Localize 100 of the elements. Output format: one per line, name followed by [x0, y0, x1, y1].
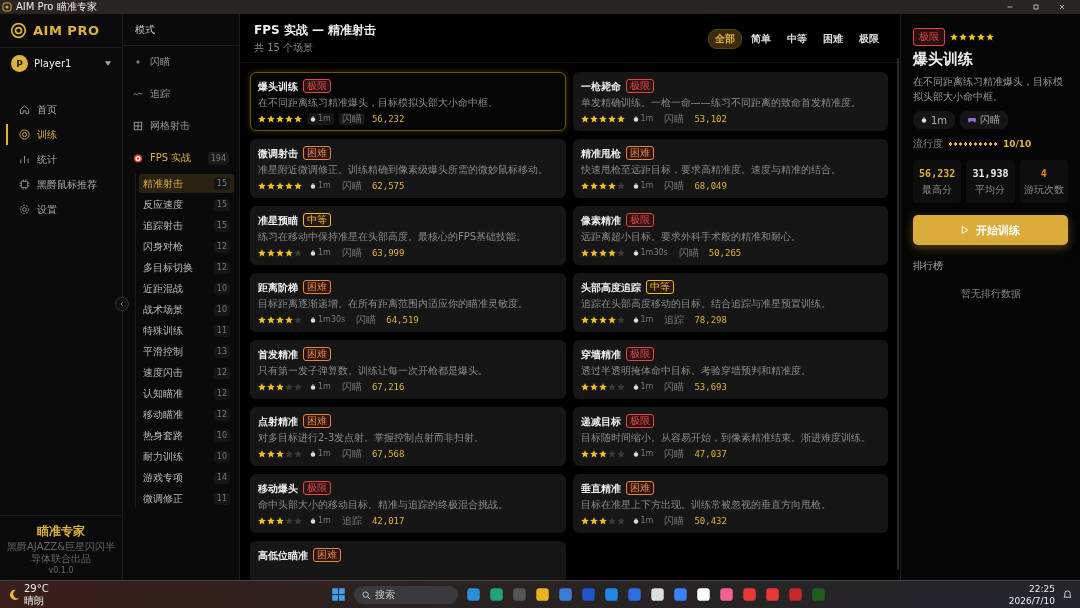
- nav-item[interactable]: 首页: [6, 99, 122, 120]
- filter-tab[interactable]: 中等: [780, 28, 814, 49]
- category-item[interactable]: 多目标切换 12: [139, 258, 234, 277]
- mode-label: 闪瞄: [340, 448, 363, 460]
- scenario-card[interactable]: 爆头训练 极限 在不同距离练习精准爆头，目标模拟头部大小命中框。 1m 闪瞄 56,232: [250, 72, 566, 131]
- close-icon[interactable]: [1058, 3, 1066, 11]
- filter-tab[interactable]: 极限: [852, 28, 886, 49]
- home-icon: [19, 104, 30, 115]
- start-icon[interactable]: [331, 587, 347, 602]
- nav-item[interactable]: 设置: [6, 199, 122, 220]
- scenario-card[interactable]: 高低位瞄准 困难: [250, 541, 566, 580]
- count-badge: 12: [213, 240, 230, 253]
- scenario-title: 像素精准: [580, 213, 621, 227]
- category-item[interactable]: 移动瞄准 12: [139, 405, 234, 424]
- minimize-icon[interactable]: [1006, 3, 1014, 11]
- category-item[interactable]: 耐力训练 10: [139, 447, 234, 466]
- scenario-card[interactable]: 头部高度追踪 中等 追踪在头部高度移动的目标。结合追踪与准星预置训练。 1m 追踪 78,298: [572, 273, 888, 332]
- count-badge: 12: [213, 408, 230, 421]
- app-icon[interactable]: [535, 587, 551, 602]
- scenario-description: 准星附近微调修正。训练精确到像素级爆头所需的微妙鼠标移动。: [258, 164, 549, 176]
- scenario-card[interactable]: 垂直精准 困难 目标在准星上下方出现。训练常被忽视的垂直方向甩枪。 1m 闪瞄 50,432: [572, 474, 888, 533]
- mode-item[interactable]: 网格射击: [123, 110, 239, 142]
- category-item[interactable]: 闪身对枪 12: [139, 237, 234, 256]
- scenario-card[interactable]: 递减目标 极限 目标随时间缩小。从容易开始，到像素精准结束。渐进难度训练。 1m 闪瞄 47,037: [572, 407, 888, 466]
- high-score: 67,216: [371, 381, 405, 393]
- mode-item[interactable]: 追踪: [123, 78, 239, 110]
- footer-title: 瞄准专家: [37, 523, 85, 540]
- scenario-card[interactable]: 准星预瞄 中等 练习在移动中保持准星在头部高度。最核心的FPS基础技能。 1m 闪瞄 63,999: [250, 206, 566, 265]
- nav-item[interactable]: 统计: [6, 149, 122, 170]
- chevron-left-icon: [120, 301, 124, 307]
- app-icon[interactable]: [696, 587, 712, 602]
- count-badge: 10: [213, 282, 230, 295]
- difficulty-tag: 中等: [303, 213, 331, 227]
- scenario-card[interactable]: 一枪毙命 极限 单发精确训练。一枪一命——练习不同距离的致命首发精准度。 1m 闪瞄 53,102: [572, 72, 888, 131]
- count-badge: 194: [207, 151, 229, 165]
- scenario-title: 穿墙精准: [580, 347, 621, 361]
- scenario-description: 对多目标进行2-3发点射。掌握控制点射而非扫射。: [258, 432, 486, 444]
- scenario-card[interactable]: 首发精准 困难 只有第一发子弹算数。训练让每一次开枪都是爆头。 1m 闪瞄 67,216: [250, 340, 566, 399]
- scenario-card[interactable]: 精准甩枪 困难 快速甩枪至远距目标，要求高精准度。速度与精准的结合。 1m 闪瞄 68,049: [572, 139, 888, 198]
- high-score: 50,432: [694, 515, 727, 527]
- scenario-card[interactable]: 像素精准 极限 远距离超小目标。要求外科手术般的精准和耐心。 1m30s 闪瞄 50,265: [572, 206, 888, 265]
- duration-label: 1m: [318, 180, 331, 192]
- scenario-description: 在不同距离练习精准爆头，目标模拟头部大小命中框。: [913, 75, 1064, 104]
- category-item[interactable]: 游戏专项 14: [139, 468, 234, 487]
- category-item[interactable]: 平滑控制 13: [139, 342, 234, 361]
- duration-label: 1m: [318, 381, 331, 393]
- clock-time: 22:25: [1029, 582, 1055, 595]
- category-item[interactable]: 特殊训练 11: [139, 321, 234, 340]
- user-menu[interactable]: P Player1: [0, 48, 122, 79]
- duration-label: 1m: [640, 314, 654, 326]
- scenario-card[interactable]: 微调射击 困难 准星附近微调修正。训练精确到像素级爆头所需的微妙鼠标移动。 1m 闪瞄 62,575: [250, 139, 566, 198]
- scenario-card[interactable]: 点射精准 困难 对多目标进行2-3发点射。掌握控制点射而非扫射。 1m 闪瞄 67,568: [250, 407, 566, 466]
- search-field[interactable]: 搜索: [354, 585, 459, 604]
- count-badge: 12: [213, 387, 230, 400]
- scenario-title: 一枪毙命: [580, 79, 621, 93]
- scenario-card[interactable]: 距离阶梯 困难 目标距离逐渐递增。在所有距离范围内适应你的瞄准灵敏度。 1m30s 闪瞄 64,519: [250, 273, 566, 332]
- category-item[interactable]: 追踪射击 15: [139, 216, 234, 235]
- category-item[interactable]: 战术场景 10: [139, 300, 234, 319]
- stat-label: 平均分: [975, 183, 1006, 197]
- category-item[interactable]: 热身套路 10: [139, 426, 234, 445]
- bar-chart-icon: [19, 154, 30, 165]
- nav-item[interactable]: 黑爵鼠标推荐: [6, 174, 122, 195]
- category-item[interactable]: 反应速度 15: [139, 195, 234, 214]
- maximize-icon[interactable]: [1032, 3, 1040, 11]
- category-item[interactable]: 近距混战 10: [139, 279, 234, 298]
- count-badge: 15: [213, 177, 230, 190]
- footer-credit: 黑爵AJAZZ&巨星闪闪半导体联合出品: [6, 541, 116, 565]
- filter-tab[interactable]: 全部: [708, 28, 742, 49]
- stat-value: 4: [1040, 168, 1047, 179]
- high-score: 53,102: [694, 113, 727, 125]
- scenario-description: 命中头部大小的移动目标。精准与追踪的终极混合挑战。: [258, 499, 509, 511]
- high-score: 78,298: [694, 314, 727, 326]
- mode-item[interactable]: FPS 实战 194: [123, 142, 239, 174]
- filter-tab[interactable]: 简单: [744, 28, 778, 49]
- filter-tab[interactable]: 困难: [816, 28, 850, 49]
- scenario-title: 移动爆头: [258, 481, 298, 495]
- duration-label: 1m: [318, 113, 331, 125]
- scenario-card[interactable]: 移动爆头 极限 命中头部大小的移动目标。精准与追踪的终极混合挑战。 1m 追踪 42,017: [250, 474, 566, 533]
- count-badge: 13: [213, 345, 230, 358]
- mode-item[interactable]: 闪瞄: [123, 46, 239, 78]
- settings-icon: [19, 204, 30, 215]
- difficulty-tag: 困难: [303, 146, 331, 160]
- grid-icon: [133, 121, 143, 131]
- difficulty-tag: 困难: [303, 414, 331, 428]
- mode-label: 闪瞄: [338, 113, 365, 125]
- category-item[interactable]: 精准射击 15: [139, 174, 234, 193]
- caret-icon: [105, 61, 111, 66]
- bell-icon[interactable]: [1063, 590, 1072, 599]
- user-avatar: P: [11, 55, 28, 72]
- popularity-label: 流行度: [913, 137, 943, 151]
- scenario-card[interactable]: 穿墙精准 极限 透过半透明掩体命中目标。考验穿墙预判和精准度。 1m 闪瞄 53,693: [572, 340, 888, 399]
- category-item[interactable]: 速度闪击 12: [139, 363, 234, 382]
- popularity-reading: 10/10: [1003, 139, 1032, 149]
- category-item[interactable]: 微调修正 11: [139, 489, 234, 508]
- scenario-title: 微调射击: [258, 146, 298, 160]
- app-icon[interactable]: [650, 587, 666, 602]
- stopwatch-icon: [632, 518, 639, 524]
- category-item[interactable]: 认知瞄准 12: [139, 384, 234, 403]
- mode-label: 闪瞄: [340, 180, 363, 192]
- stat-value: 56,232: [919, 168, 956, 179]
